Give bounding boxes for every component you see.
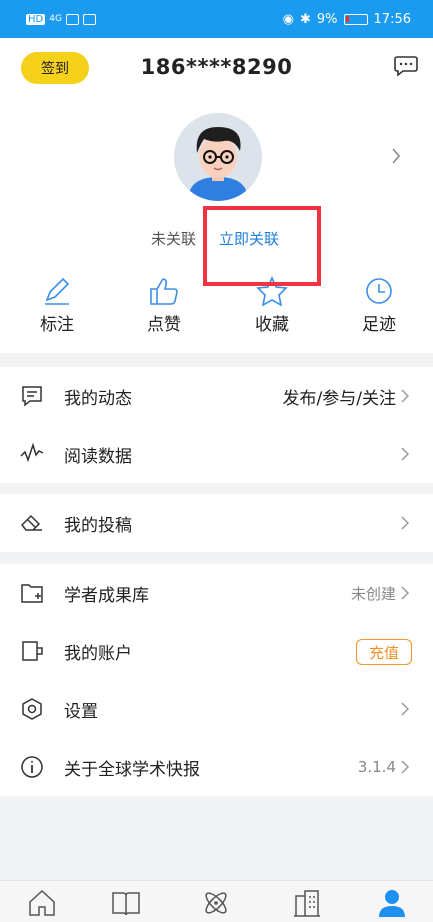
atom-icon[interactable] [201,888,231,918]
recharge-button[interactable]: 充值 [356,639,412,665]
bluetooth-icon: ✱ [300,11,311,27]
quick-favorite-label: 收藏 [255,315,289,335]
menu-my-account-label: 我的账户 [64,643,132,664]
unlinked-label: 未关联 [151,230,197,248]
folder-add-icon [21,584,43,603]
phone-number: 186****8290 [140,55,293,79]
menu-my-activity-label: 我的动态 [64,388,132,409]
eraser-icon [20,514,42,531]
menu-section-activity: 我的动态 发布/参与/关注 阅读数据 [0,367,433,483]
menu-read-data-label: 阅读数据 [64,446,132,467]
menu-section-account: 学者成果库 未创建 我的账户 充值 设置 关于全球学术快报 3.1.4 [0,564,433,796]
menu-scholar-library-label: 学者成果库 [64,585,149,606]
menu-my-account[interactable]: 我的账户 充值 [0,622,433,680]
chevron-right-icon [401,586,409,600]
chevron-right-icon [401,516,409,530]
menu-scholar-library[interactable]: 学者成果库 未创建 [0,564,433,622]
notification-icon [82,13,96,25]
menu-about[interactable]: 关于全球学术快报 3.1.4 [0,738,433,796]
quick-history[interactable]: 足迹 [339,276,419,335]
app-version: 3.1.4 [357,758,396,776]
battery-icon [343,13,368,25]
status-left: HD 4G [26,13,96,25]
eye-icon: ◉ [282,11,294,27]
avatar-illustration [174,113,262,201]
chevron-right-icon [401,389,409,403]
trend-icon [20,442,44,463]
comment-icon [22,386,42,407]
home-icon[interactable] [27,888,57,918]
quick-like[interactable]: 点赞 [124,276,204,335]
quick-annotate-label: 标注 [40,315,74,335]
network-label: 4G [49,14,62,24]
thumbs-up-icon [150,278,178,305]
avatar[interactable] [174,113,262,201]
pencil-icon [45,277,70,305]
quick-history-label: 足迹 [362,315,396,335]
status-time: 17:56 [373,11,411,27]
wifi-icon [65,13,79,25]
menu-my-activity[interactable]: 我的动态 发布/参与/关注 [0,367,433,425]
bottom-tab-bar [0,880,433,922]
clock-icon [366,278,392,304]
menu-settings-label: 设置 [64,701,98,722]
battery-percent: 9% [316,11,338,27]
highlight-box [203,206,321,286]
quick-like-label: 点赞 [147,315,181,335]
info-icon [21,756,43,778]
menu-settings[interactable]: 设置 [0,680,433,738]
menu-my-submission-label: 我的投稿 [64,515,132,536]
gear-icon [22,698,42,720]
wallet-icon [22,641,43,661]
status-bar: HD 4G ◉ ✱ 9% 17:56 [0,0,433,38]
menu-my-submission[interactable]: 我的投稿 [0,494,433,552]
menu-about-label: 关于全球学术快报 [64,759,200,780]
chevron-right-icon [401,702,409,716]
status-right: ◉ ✱ 9% 17:56 [283,12,411,27]
chevron-right-icon [401,447,409,461]
chevron-right-icon [401,760,409,774]
user-icon[interactable] [377,888,407,918]
menu-my-activity-value: 发布/参与/关注 [282,388,396,409]
profile-card: 签到 186****8290 未关联 立即关联 标注 点赞 收藏 足迹 [0,38,433,353]
menu-scholar-library-value: 未创建 [350,584,396,603]
menu-read-data[interactable]: 阅读数据 [0,425,433,483]
message-icon[interactable] [394,55,418,77]
menu-section-submission: 我的投稿 [0,494,433,552]
book-icon[interactable] [111,888,141,918]
profile-chevron-icon[interactable] [391,148,401,164]
quick-annotate[interactable]: 标注 [17,276,97,335]
carrier-label: HD [26,13,46,25]
building-icon[interactable] [292,888,322,918]
